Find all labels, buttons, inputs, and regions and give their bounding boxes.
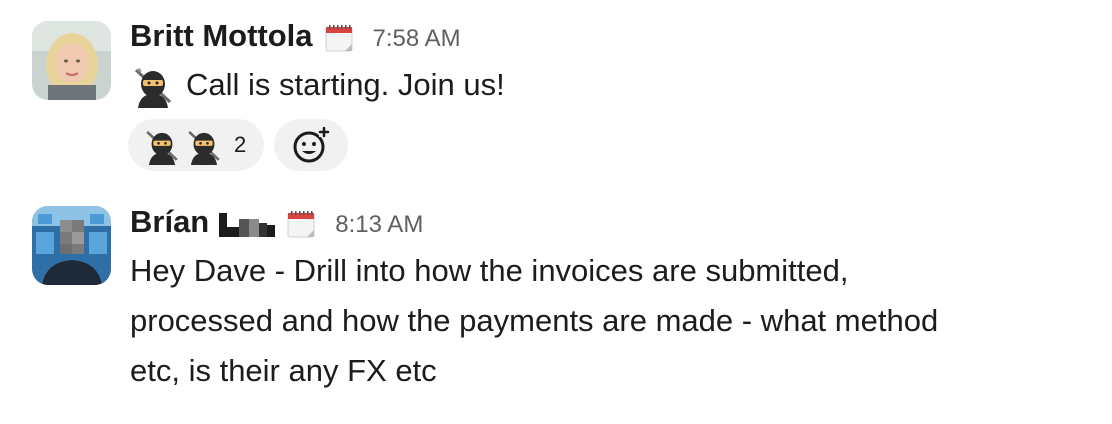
ninja-emoji (142, 125, 182, 165)
message-body: Call is starting. Join us! (130, 60, 505, 110)
reaction-count: 2 (234, 132, 247, 157)
avatar[interactable] (32, 206, 111, 285)
sender-name[interactable]: Brían (130, 204, 209, 240)
ninja-emoji (130, 62, 176, 108)
message-item: Britt Mottola 7:58 AM Call is starting. … (0, 0, 1112, 190)
message-header: Britt Mottola 7:58 AM (130, 16, 461, 56)
add-reaction-icon (293, 126, 330, 163)
message-header: Brían 8:13 AM (130, 202, 423, 242)
timestamp[interactable]: 7:58 AM (373, 25, 461, 53)
add-reaction-button[interactable] (274, 119, 349, 171)
sender-name[interactable]: Britt Mottola (130, 18, 313, 54)
message-body: Hey Dave - Drill into how the invoices a… (130, 246, 1090, 396)
message-item: Brían 8:13 AM Hey Dave - Drill into how … (0, 190, 1112, 424)
message-text-line: processed and how the payments are made … (130, 303, 939, 338)
message-text-line: etc, is their any FX etc (130, 353, 437, 388)
reactions-bar: 2 (128, 119, 349, 171)
timestamp[interactable]: 8:13 AM (335, 211, 423, 239)
calendar-icon[interactable] (285, 208, 317, 240)
redacted-surname (219, 211, 276, 237)
message-text-line: Hey Dave - Drill into how the invoices a… (130, 253, 849, 288)
avatar[interactable] (32, 21, 111, 100)
calendar-icon[interactable] (323, 22, 355, 54)
ninja-emoji (184, 125, 224, 165)
reaction-ninja[interactable]: 2 (128, 119, 265, 171)
message-text: Call is starting. Join us! (186, 67, 505, 102)
